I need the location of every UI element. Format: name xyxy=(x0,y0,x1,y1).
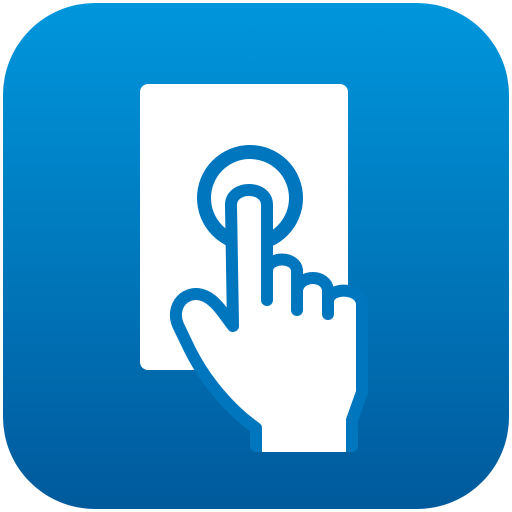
touch-tap-icon xyxy=(3,3,509,509)
app-icon[interactable] xyxy=(0,0,512,512)
